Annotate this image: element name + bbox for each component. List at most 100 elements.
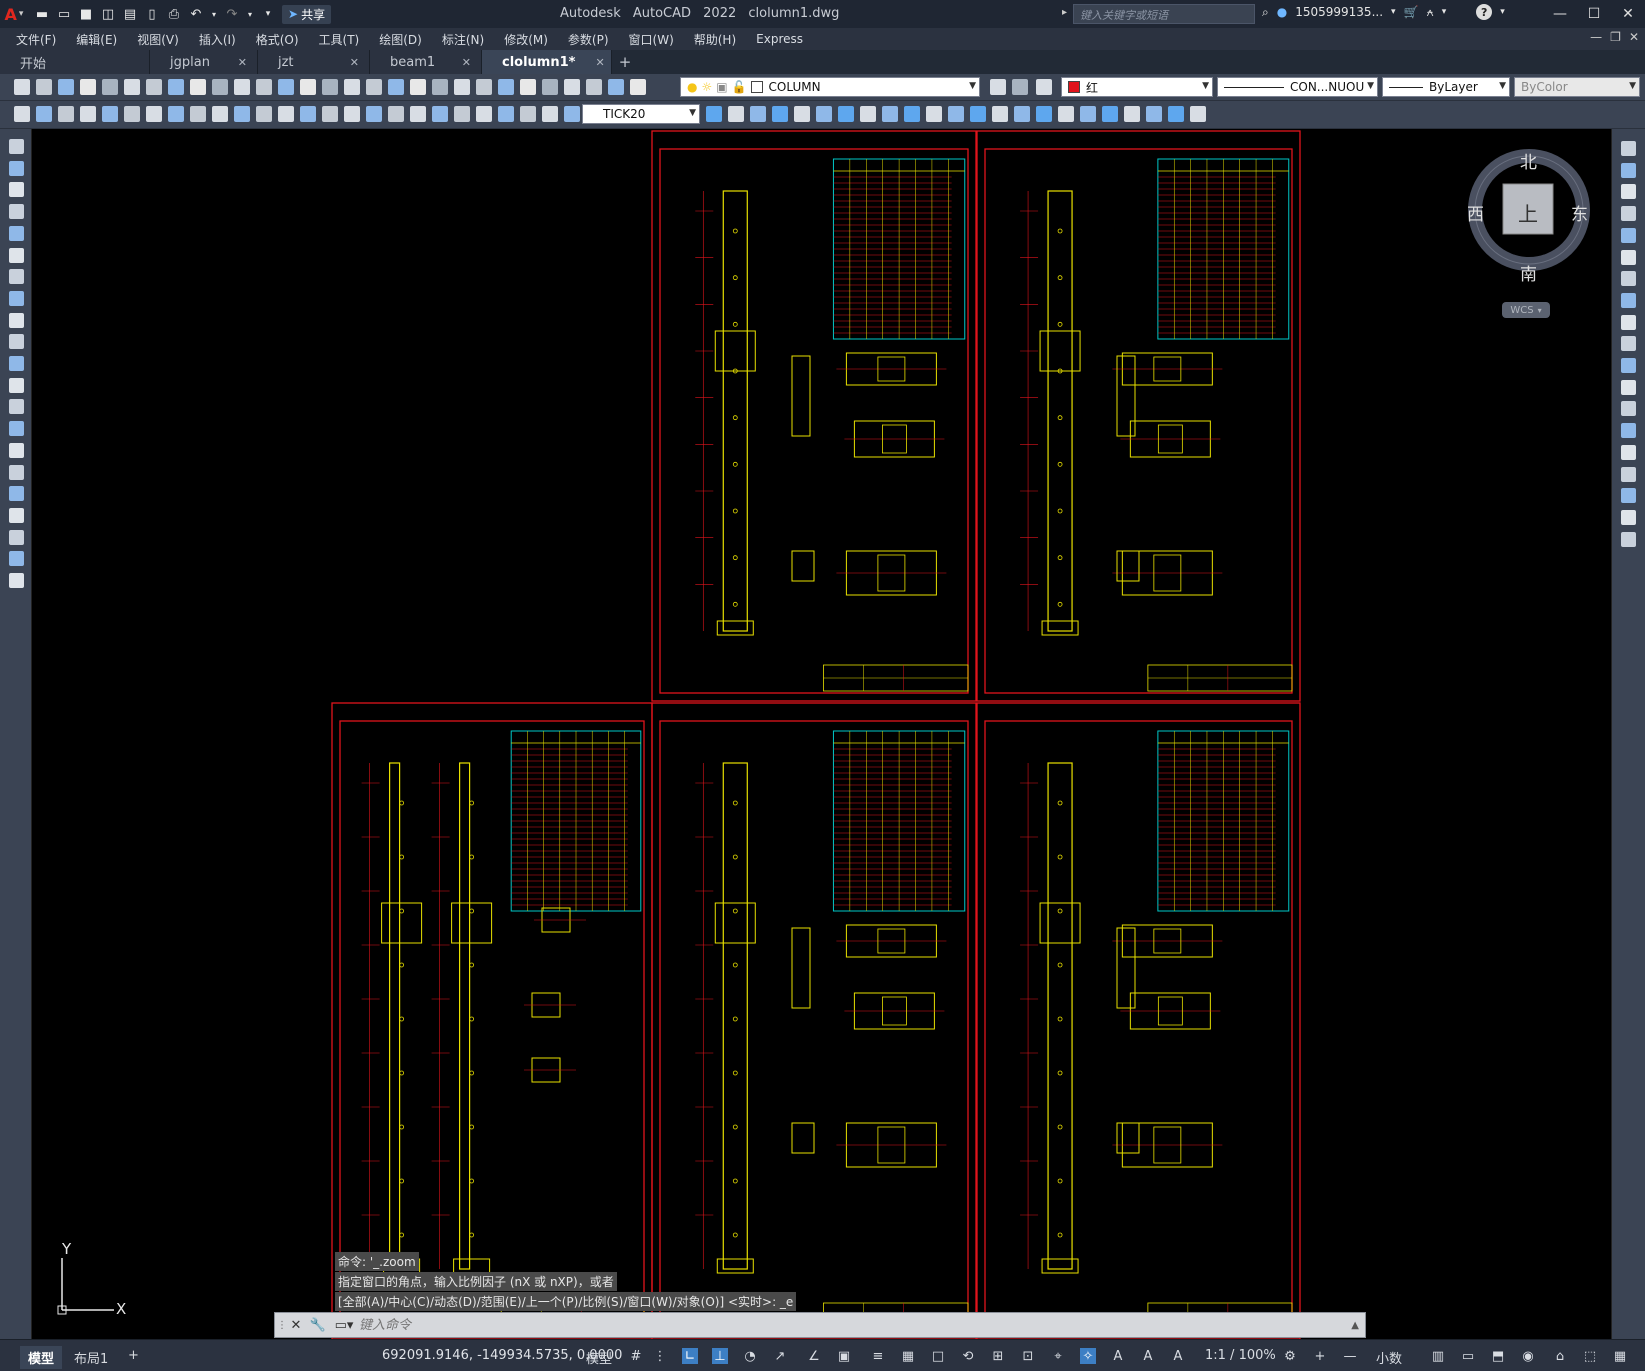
status-toggle-icon[interactable]: ✧ [1080, 1348, 1096, 1364]
layer-tool-icon[interactable] [1036, 79, 1052, 95]
undo-icon[interactable]: ↶ [188, 6, 204, 22]
modify-tool-icon[interactable] [1014, 106, 1030, 122]
modify-tool-icon[interactable] [1621, 227, 1636, 243]
standard-tool-icon[interactable] [256, 79, 272, 95]
layer-tool-icon[interactable] [1012, 79, 1028, 95]
draw-tool-icon[interactable] [9, 160, 24, 176]
menu-item[interactable]: 帮助(H) [694, 31, 736, 48]
search-expand-icon[interactable]: ▸ [1062, 7, 1067, 18]
maximize-icon[interactable]: ☐ [1577, 0, 1611, 28]
dimension-tool-icon[interactable] [432, 106, 448, 122]
share-button[interactable]: ➤ 共享 [282, 4, 332, 24]
open-file-icon[interactable]: ▭ [56, 6, 72, 22]
autocad-logo-button[interactable]: A ▾ [0, 0, 28, 28]
modify-tool-icon[interactable] [1621, 358, 1636, 373]
modify-tool-icon[interactable] [860, 106, 876, 122]
units-display[interactable]: 小数 [1376, 1348, 1402, 1367]
modify-tool-icon[interactable] [816, 106, 832, 122]
grip-icon[interactable]: ⋮ [277, 1320, 287, 1331]
tab-layout1[interactable]: 布局1 [66, 1346, 116, 1369]
status-toggle-icon[interactable]: ∠ [806, 1348, 822, 1364]
redo-icon[interactable]: ↷ [224, 6, 240, 22]
dimension-tool-icon[interactable] [300, 106, 316, 122]
modify-tool-icon[interactable] [838, 106, 854, 122]
undo-dropdown-icon[interactable]: ▾ [210, 6, 218, 22]
new-tab-button[interactable]: + [612, 50, 638, 74]
user-account[interactable]: 1505999135... [1295, 5, 1383, 19]
customize-icon[interactable]: 🔧 [307, 1318, 329, 1333]
modify-tool-icon[interactable] [706, 106, 722, 122]
file-tab[interactable]: clolumn1* ✕ [482, 50, 612, 74]
menu-item[interactable]: 绘图(D) [379, 31, 422, 48]
lineweight-dropdown[interactable]: ByLayer ▼ [1382, 77, 1510, 97]
drawing-canvas[interactable] [32, 129, 1611, 1339]
modify-tool-icon[interactable] [1058, 106, 1074, 122]
modify-tool-icon[interactable] [992, 106, 1008, 122]
dimension-tool-icon[interactable] [344, 106, 360, 122]
draw-tool-icon[interactable] [9, 486, 24, 502]
status-toggle-icon[interactable]: □ [930, 1348, 946, 1364]
mobile-icon[interactable]: ▯ [144, 6, 160, 22]
linetype-dropdown[interactable]: CON...NUOU ▼ [1217, 77, 1378, 97]
dimension-tool-icon[interactable] [256, 106, 272, 122]
status-toggle-icon[interactable]: ≡ [870, 1348, 886, 1364]
standard-tool-icon[interactable] [168, 79, 184, 95]
save-icon[interactable]: ■ [78, 6, 94, 22]
draw-tool-icon[interactable] [9, 334, 24, 350]
new-file-icon[interactable]: ▬ [34, 6, 50, 22]
dimension-tool-icon[interactable] [388, 106, 404, 122]
status-toggle-icon[interactable]: — [1342, 1348, 1358, 1364]
draw-tool-icon[interactable] [9, 551, 24, 567]
dimension-tool-icon[interactable] [476, 106, 492, 122]
tab-close-icon[interactable]: ✕ [238, 56, 247, 69]
draw-tool-icon[interactable] [9, 573, 24, 588]
dimension-tool-icon[interactable] [410, 106, 426, 122]
draw-tool-icon[interactable] [9, 290, 24, 306]
command-input[interactable] [359, 1317, 1259, 1333]
modify-tool-icon[interactable] [882, 106, 898, 122]
modify-tool-icon[interactable] [1621, 162, 1636, 178]
standard-tool-icon[interactable] [58, 79, 74, 95]
status-toggle-icon[interactable]: ⬚ [1582, 1348, 1598, 1364]
modify-tool-icon[interactable] [1080, 106, 1096, 122]
modify-tool-icon[interactable] [794, 106, 810, 122]
status-toggle-icon[interactable]: ⬒ [1490, 1348, 1506, 1364]
dimstyle-dropdown[interactable]: TICK20 ▼ [582, 104, 700, 124]
dimension-tool-icon[interactable] [234, 106, 250, 122]
standard-tool-icon[interactable] [190, 79, 206, 95]
draw-tool-icon[interactable] [9, 247, 24, 263]
autodesk-a360-icon[interactable]: ⍲ [1427, 5, 1434, 20]
modify-tool-icon[interactable] [1621, 314, 1636, 330]
modify-tool-icon[interactable] [1621, 271, 1636, 287]
cart-icon[interactable]: 🛒 [1404, 5, 1419, 19]
modify-tool-icon[interactable] [1621, 466, 1636, 482]
status-toggle-icon[interactable]: + [1312, 1348, 1328, 1364]
status-toggle-icon[interactable]: ▦ [900, 1348, 916, 1364]
draw-tool-icon[interactable] [9, 139, 24, 154]
menu-item[interactable]: 工具(T) [319, 31, 360, 48]
file-tab[interactable]: jzt ✕ [258, 50, 370, 74]
plotstyle-dropdown[interactable]: ByColor ▼ [1514, 77, 1640, 97]
status-toggle-icon[interactable]: ⚙ [1282, 1348, 1298, 1364]
doc-close-icon[interactable]: ✕ [1629, 30, 1639, 44]
model-space-toggle[interactable]: 模型 [586, 1348, 612, 1367]
web-save-icon[interactable]: ▤ [122, 6, 138, 22]
dimension-tool-icon[interactable] [124, 106, 140, 122]
recent-commands-icon[interactable]: ▭▾ [329, 1318, 359, 1333]
standard-tool-icon[interactable] [476, 79, 492, 95]
status-toggle-icon[interactable]: # [628, 1348, 644, 1364]
modify-tool-icon[interactable] [1621, 206, 1636, 222]
search-icon[interactable]: ⌕ [1262, 5, 1269, 20]
modify-tool-icon[interactable] [1036, 106, 1052, 122]
status-toggle-icon[interactable]: ▦ [1612, 1348, 1628, 1364]
draw-tool-icon[interactable] [9, 269, 24, 285]
dimension-tool-icon[interactable] [190, 106, 206, 122]
draw-tool-icon[interactable] [9, 377, 24, 393]
standard-tool-icon[interactable] [212, 79, 228, 95]
tab-close-icon[interactable]: ✕ [350, 56, 359, 69]
status-toggle-icon[interactable]: ▣ [836, 1348, 852, 1364]
status-toggle-icon[interactable]: A [1170, 1348, 1186, 1364]
modify-tool-icon[interactable] [1621, 531, 1636, 547]
status-toggle-icon[interactable]: ∟ [682, 1348, 698, 1364]
standard-tool-icon[interactable] [432, 79, 448, 95]
